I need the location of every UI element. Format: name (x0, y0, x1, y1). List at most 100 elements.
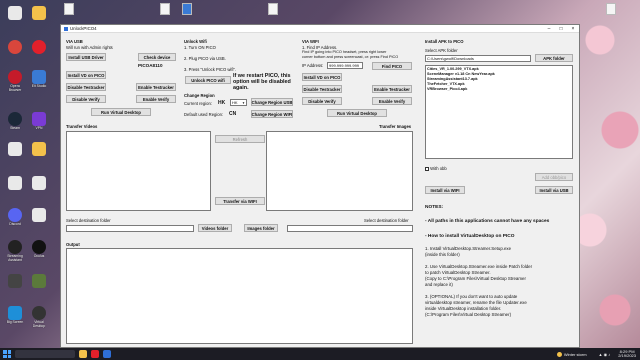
desktop-file-icon[interactable] (182, 3, 192, 15)
wallpaper-art (570, 0, 640, 348)
region-select[interactable]: HK ▼ (230, 99, 247, 106)
change-region-header: Change Region (184, 93, 215, 98)
apk-folder-input[interactable]: C:\Users\gwolf\Downloads (425, 55, 531, 62)
ip-address-label: IP Address: (302, 63, 324, 68)
minimize-button[interactable]: – (543, 25, 555, 33)
transfer-videos-label: Transfer Videos (66, 124, 98, 129)
desktop-icon[interactable] (4, 6, 26, 20)
add-obb-button[interactable]: Add obb/pico (535, 173, 573, 181)
notes-line: - How to install VirtualDesktop on PICO (425, 233, 515, 239)
wifi-header: VIA WIFI (302, 39, 319, 44)
enable-testracker-wifi-button[interactable]: Enable Testracker (372, 85, 412, 93)
refresh-button[interactable]: Refresh (215, 135, 265, 143)
close-button[interactable]: × (567, 25, 579, 33)
chevron-down-icon: ▼ (242, 100, 245, 105)
run-vd-usb-button[interactable]: Run Virtual Desktop (91, 108, 151, 116)
usb-header: VIA USB (66, 39, 83, 44)
opera-icon[interactable] (28, 40, 50, 55)
app-icon[interactable]: Big Screen (4, 306, 26, 325)
desktop-icon[interactable] (28, 142, 50, 156)
device-name: PICOA8110 (138, 63, 163, 68)
app-icon[interactable] (4, 40, 26, 55)
discord-icon[interactable]: Discord (4, 208, 26, 227)
apk-folder-label: Select APK folder (425, 48, 458, 53)
notes-title: NOTES: (425, 205, 444, 210)
notes-line: (C:\Program Files\Virtual Desktop Stream… (425, 311, 512, 317)
desktop-icon[interactable] (28, 208, 50, 222)
apk-folder-button[interactable]: APK folder (535, 54, 573, 62)
output-label: Output (66, 242, 80, 247)
disable-testracker-wifi-button[interactable]: Disable Testracker (302, 85, 342, 93)
oculus-icon[interactable]: Oculus (28, 240, 50, 259)
current-region-value: HK (218, 100, 226, 106)
unlock-step-3: 3. Press "Unlock PICO wifi". (184, 67, 237, 72)
steam-icon[interactable]: Steam (4, 112, 26, 131)
desktop-icon[interactable] (4, 142, 26, 156)
disable-verify-usb-button[interactable]: Disable Verify (66, 95, 106, 103)
images-destination-label: Select destination folder (364, 218, 409, 223)
usb-note: Will run with Admin rights (66, 45, 113, 50)
app-icon[interactable]: Elt Studio (28, 70, 50, 89)
opera-icon[interactable] (91, 350, 99, 358)
desktop-icon[interactable] (28, 176, 50, 190)
window-title: UnlockPICO4 (70, 26, 97, 31)
install-vd-usb-button[interactable]: Install VD on PICO (66, 71, 106, 79)
desktop-file-icon[interactable] (160, 3, 170, 15)
vd-icon[interactable]: Virtual Desktop (28, 306, 50, 328)
opera-gx-icon[interactable]: Opera Browser (4, 70, 26, 92)
disable-verify-wifi-button[interactable]: Disable Verify (302, 97, 342, 105)
videos-folder-input[interactable] (66, 225, 194, 232)
app-icon[interactable] (103, 350, 111, 358)
weather-widget[interactable]: Winter storm (556, 351, 587, 357)
enable-verify-wifi-button[interactable]: Enable Verify (372, 97, 412, 105)
title-bar: UnlockPICO4 – □ × (61, 25, 579, 33)
file-explorer-icon[interactable] (79, 350, 87, 358)
change-region-wifi-button[interactable]: Change Region WIFI (251, 110, 293, 118)
run-vd-wifi-button[interactable]: Run Virtual Desktop (327, 109, 387, 117)
output-textbox[interactable] (66, 248, 413, 344)
install-vd-wifi-button[interactable]: Install VD on PICO (302, 73, 342, 81)
current-region-label: Current region: (184, 101, 212, 106)
app-icon[interactable] (4, 274, 26, 288)
disable-testracker-usb-button[interactable]: Disable Testracker (66, 83, 106, 91)
find-pico-button[interactable]: Find PICO (372, 62, 412, 70)
videos-folder-button[interactable]: Videos folder (198, 224, 232, 232)
enable-testracker-usb-button[interactable]: Enable Testracker (136, 83, 176, 91)
checkbox[interactable] (425, 166, 429, 171)
desktop-file-icon[interactable] (64, 3, 74, 15)
videos-list[interactable] (66, 131, 211, 211)
tray-icons[interactable]: ▲ ◉ ♪ (599, 352, 611, 357)
maximize-button[interactable]: □ (555, 25, 567, 33)
check-device-button[interactable]: Check device (138, 53, 176, 61)
images-list[interactable] (266, 131, 413, 211)
app-icon[interactable] (28, 274, 50, 288)
vpn-icon[interactable]: VPN (28, 112, 50, 131)
install-usb-driver-button[interactable]: Install USB Driver (66, 53, 106, 61)
taskbar-search[interactable] (15, 350, 75, 358)
unlock-pico-wifi-button[interactable]: Unlock PICO wifi (185, 76, 231, 84)
change-region-usb-button[interactable]: Change Region USB (251, 98, 293, 106)
restart-warning: If we restart PICO, this option will be … (233, 73, 291, 92)
default-region-label: Default used Region: (184, 112, 224, 117)
unlock-wifi-header: Unlock Wifi (184, 39, 207, 44)
images-folder-button[interactable]: Images folder (244, 224, 278, 232)
transfer-via-wifi-button[interactable]: Transfer via WIFI (215, 197, 265, 205)
with-obb-checkbox[interactable]: With obb (425, 166, 447, 171)
notes-line: and replace it) (425, 282, 453, 288)
clock[interactable]: 8:29 PM 2/19/2023 (618, 349, 636, 359)
notes-line: - All paths in this applications cannot … (425, 219, 550, 225)
enable-verify-usb-button[interactable]: Enable Verify (136, 95, 176, 103)
desktop-icon[interactable] (4, 176, 26, 190)
desktop-file-icon[interactable] (268, 3, 278, 15)
images-folder-input[interactable] (287, 225, 413, 232)
desktop-file-icon[interactable] (606, 3, 616, 15)
oculus-icon[interactable]: Streaming Assistant (4, 240, 26, 262)
list-item[interactable]: VRBrowser_Pico4.apk (427, 87, 495, 92)
wifi-step-1-detail-2: corner bottom and press screencast, or: … (302, 55, 399, 59)
desktop-icon[interactable] (28, 6, 50, 20)
install-via-usb-button[interactable]: Install via USB (535, 186, 573, 194)
install-via-wifi-button[interactable]: Install via WIFI (425, 186, 465, 194)
windows-start-icon[interactable] (3, 350, 11, 358)
unlock-step-1: 1. Turn ON PICO (184, 45, 216, 50)
ip-address-input[interactable]: 999.999.999.999 (327, 62, 363, 69)
